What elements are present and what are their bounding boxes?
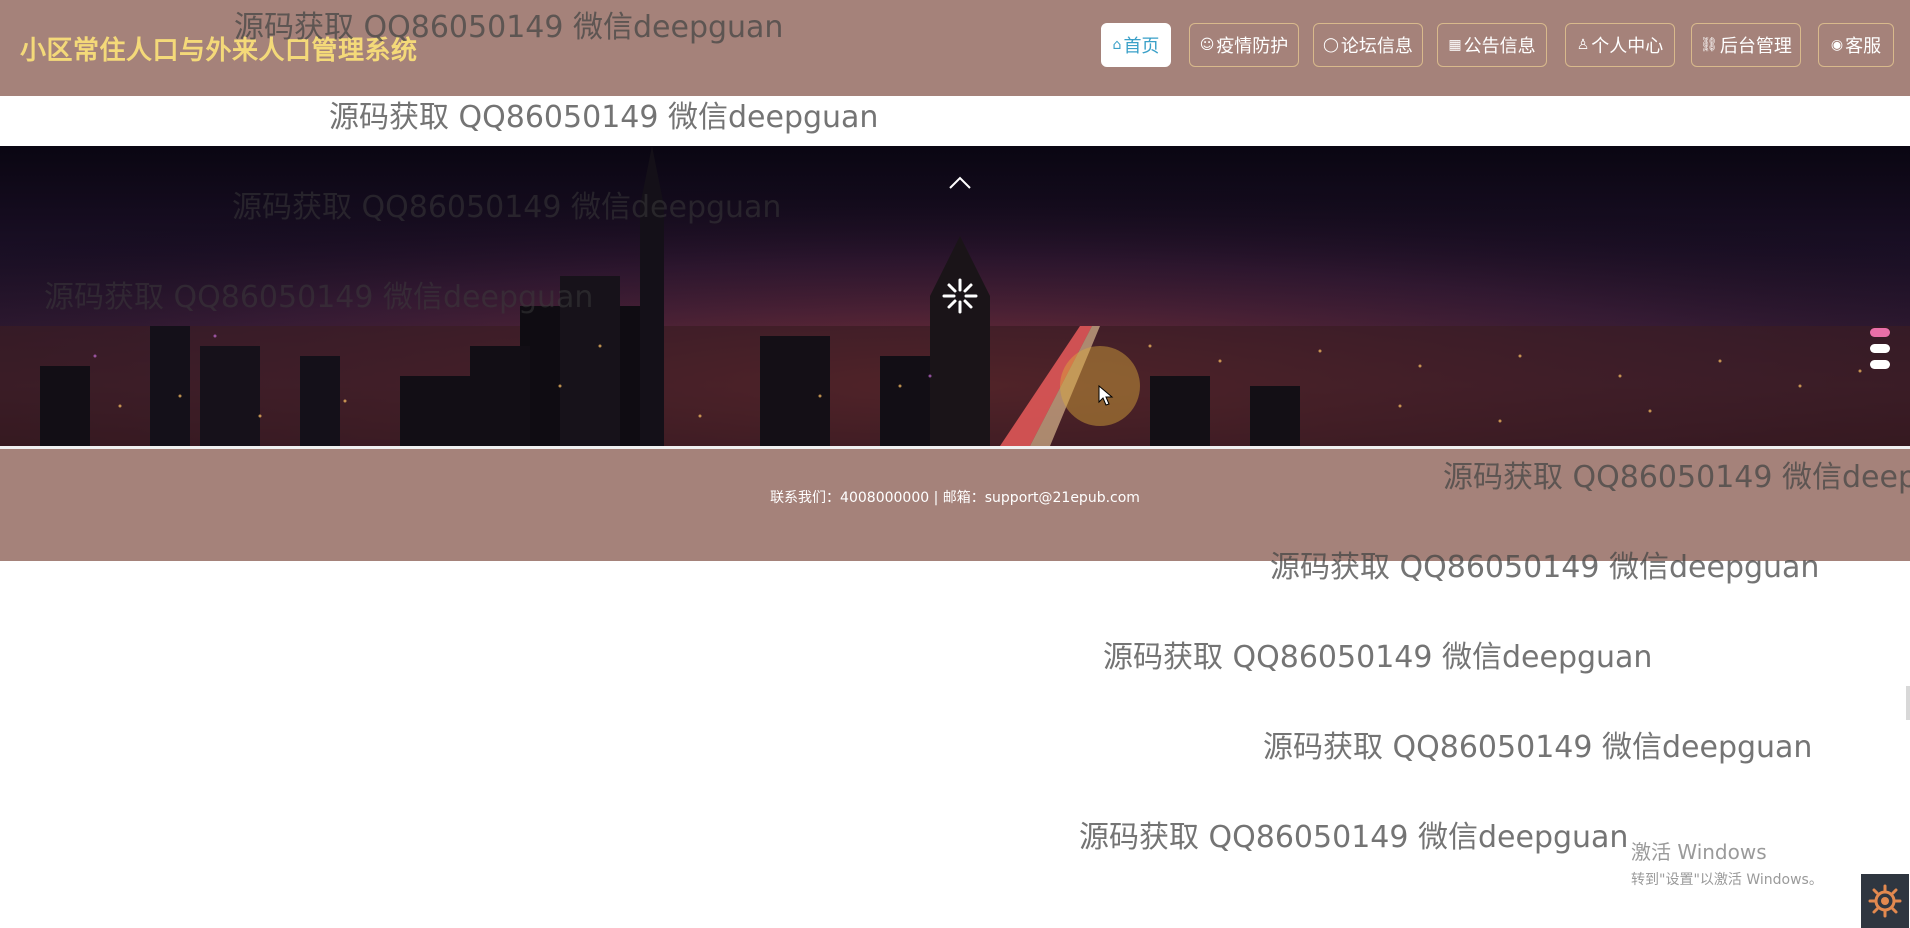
nav-home[interactable]: ⌂ 首页 [1101,23,1171,67]
nav-service-label: 客服 [1845,36,1882,57]
watermark-text: 源码获取 QQ86050149 微信deepguan [1079,820,1629,855]
nav-home-label: 首页 [1123,36,1160,57]
page-footer: 联系我们：4008000000 | 邮箱：support@21epub.com [0,449,1910,561]
carousel-indicators [1870,328,1894,376]
nav-notice-label: 公告信息 [1463,36,1536,57]
loading-spinner-icon [940,276,980,316]
headset-icon: ◉ [1830,37,1844,53]
chat-bubble-icon: ◯ [1323,37,1339,53]
nav-epidemic-label: 疫情防护 [1216,36,1289,57]
shield-face-icon: ☺ [1199,37,1215,53]
carousel-dot-1[interactable] [1870,328,1890,337]
link-icon: ⛓ [1700,37,1718,53]
scrollbar-thumb[interactable] [1906,686,1910,720]
nav-forum-label: 论坛信息 [1340,36,1413,57]
mouse-pointer-icon [1098,384,1114,407]
gear-icon [1868,884,1902,918]
watermark-text: 源码获取 QQ86050149 微信deepguan [329,100,879,135]
grid-icon: ▦ [1448,37,1462,53]
nav-admin[interactable]: ⛓ 后台管理 [1691,23,1801,67]
windows-activation-notice: 激活 Windows 转到"设置"以激活 Windows。 [1631,836,1823,889]
nav-service[interactable]: ◉ 客服 [1818,23,1894,67]
nav-notice[interactable]: ▦ 公告信息 [1437,23,1547,67]
watermark-text: 源码获取 QQ86050149 微信deepguan [1263,730,1813,765]
carousel-dot-3[interactable] [1870,360,1890,369]
nav-profile-label: 个人中心 [1591,36,1664,57]
customer-service-button[interactable] [1861,874,1909,928]
user-icon: ♙ [1576,37,1590,53]
watermark-text: 源码获取 QQ86050149 微信deepguan [1103,640,1653,675]
nav-profile[interactable]: ♙ 个人中心 [1565,23,1675,67]
main-nav: ⌂ 首页 ☺ 疫情防护 ◯ 论坛信息 ▦ 公告信息 ♙ 个人中心 ⛓ 后台管理 ◉ 客服 [0,23,1910,69]
windows-activation-title: 激活 Windows [1631,840,1767,864]
nav-epidemic[interactable]: ☺ 疫情防护 [1189,23,1299,67]
nav-admin-label: 后台管理 [1719,36,1792,57]
carousel-dot-2[interactable] [1870,344,1890,353]
nav-forum[interactable]: ◯ 论坛信息 [1313,23,1423,67]
footer-contact: 联系我们：4008000000 | 邮箱：support@21epub.com [770,490,1140,506]
home-icon: ⌂ [1112,37,1122,53]
scroll-up-icon[interactable] [944,170,976,194]
top-header: 小区常住人口与外来人口管理系统 ⌂ 首页 ☺ 疫情防护 ◯ 论坛信息 ▦ 公告信息 ♙ 个… [0,0,1910,96]
windows-activation-sub: 转到"设置"以激活 Windows。 [1631,872,1823,888]
